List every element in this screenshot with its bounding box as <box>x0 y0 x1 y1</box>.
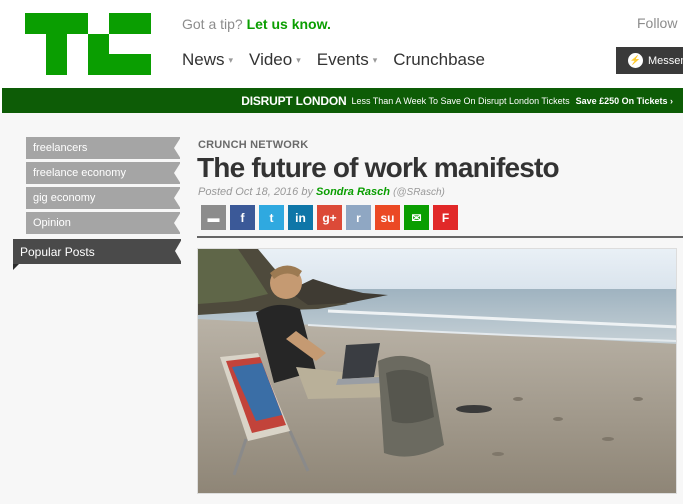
linkedin-icon[interactable]: in <box>288 205 313 230</box>
tip-link[interactable]: Let us know. <box>247 16 331 32</box>
comment-icon[interactable]: ▬ <box>201 205 226 230</box>
popular-posts-tab[interactable]: Popular Posts <box>13 239 182 264</box>
chevron-down-icon: ▾ <box>296 54 301 65</box>
promo-banner[interactable]: DISRUPT LONDON Less Than A Week To Save … <box>2 88 683 113</box>
tip-text: Got a tip? <box>182 16 243 32</box>
messenger-label: Messenger <box>648 54 683 67</box>
tag-freelance-economy[interactable]: freelance economy <box>26 162 181 184</box>
reddit-icon[interactable]: r <box>346 205 371 230</box>
techcrunch-logo[interactable] <box>25 13 151 75</box>
share-divider <box>197 236 683 238</box>
chevron-down-icon: ▾ <box>372 54 378 65</box>
author-handle[interactable]: (@SRasch) <box>393 187 445 198</box>
nav-events[interactable]: Events ▾ <box>317 50 378 70</box>
posted-date: Posted Oct 18, 2016 by <box>198 186 313 198</box>
article-title: The future of work manifesto <box>197 152 560 183</box>
nav-events-label: Events <box>316 50 369 69</box>
nav-video[interactable]: Video ▾ <box>249 50 301 70</box>
follow-link[interactable]: Follow <box>637 15 677 31</box>
article-byline: Posted Oct 18, 2016 by Sondra Rasch (@SR… <box>198 186 445 198</box>
nav-crunchbase-label: Crunchbase <box>393 50 485 69</box>
author-link[interactable]: Sondra Rasch <box>316 186 390 198</box>
messenger-button[interactable]: ⚡ Messenger <box>616 47 683 74</box>
nav-video-label: Video <box>249 50 293 69</box>
banner-description: Less Than A Week To Save On Disrupt Lond… <box>351 95 570 106</box>
nav-news-label: News <box>182 50 225 69</box>
googleplus-icon[interactable]: g+ <box>317 205 342 230</box>
main-nav: News ▾ Video ▾ Events ▾ Crunchbase <box>182 50 485 70</box>
messenger-icon: ⚡ <box>628 53 643 68</box>
stumbleupon-icon[interactable]: su <box>375 205 400 230</box>
tip-prompt: Got a tip? Let us know. <box>182 16 331 32</box>
nav-news[interactable]: News ▾ <box>182 50 233 70</box>
email-icon[interactable]: ✉ <box>404 205 429 230</box>
tag-opinion[interactable]: Opinion <box>26 212 181 234</box>
banner-cta[interactable]: Save £250 On Tickets › <box>576 96 673 106</box>
chevron-down-icon: ▾ <box>228 54 234 65</box>
facebook-icon[interactable]: f <box>230 205 255 230</box>
twitter-icon[interactable]: t <box>259 205 284 230</box>
share-bar: ▬ f t in g+ r su ✉ F <box>201 205 458 230</box>
article-section-label[interactable]: CRUNCH NETWORK <box>198 139 308 151</box>
site-header: Got a tip? Let us know. Follow News ▾ Vi… <box>0 0 683 88</box>
beach-photo <box>198 249 676 493</box>
popular-posts-fold <box>13 264 19 270</box>
banner-event: DISRUPT LONDON <box>241 93 347 108</box>
tag-gig-economy[interactable]: gig economy <box>26 187 181 209</box>
flipboard-icon[interactable]: F <box>433 205 458 230</box>
tag-list: freelancers freelance economy gig econom… <box>26 137 181 237</box>
tag-freelancers[interactable]: freelancers <box>26 137 181 159</box>
article-hero-image[interactable] <box>197 248 677 494</box>
nav-crunchbase[interactable]: Crunchbase <box>393 50 485 70</box>
